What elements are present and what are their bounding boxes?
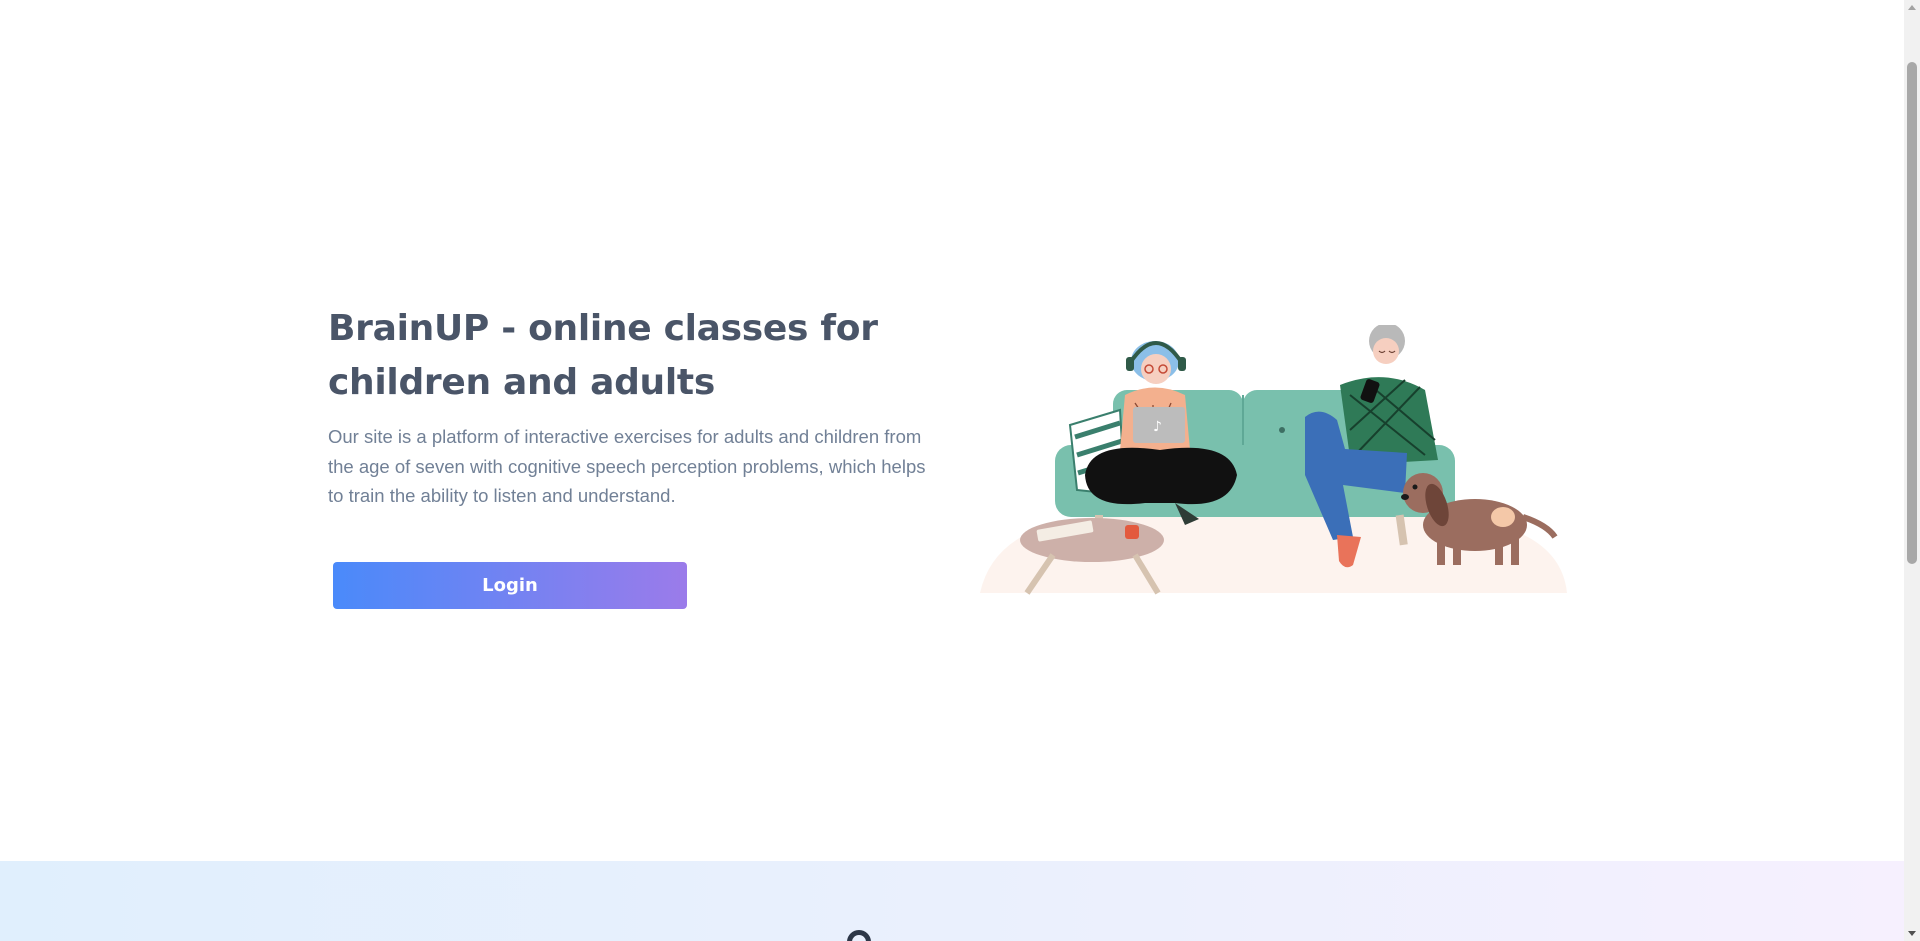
hero-illustration: ♪ — [975, 323, 1575, 605]
hero-title: BrainUP - online classes for children an… — [328, 308, 878, 403]
hero-section: BrainUP - online classes for children an… — [328, 302, 948, 511]
mug — [1125, 525, 1139, 539]
scrollbar[interactable] — [1904, 0, 1920, 941]
features-heading-partial — [843, 928, 893, 941]
woman-legs — [1085, 447, 1237, 505]
features-section — [0, 861, 1904, 941]
login-button[interactable]: Login — [333, 562, 687, 609]
hero-description: Our site is a platform of interactive ex… — [328, 426, 926, 506]
landing-page: BrainUP - online classes for children an… — [0, 0, 1920, 941]
sofa-illustration: ♪ — [980, 323, 1567, 595]
scroll-down-arrow-icon[interactable] — [1908, 931, 1916, 936]
svg-text:♪: ♪ — [1153, 419, 1162, 435]
scroll-thumb[interactable] — [1907, 62, 1917, 564]
scroll-up-arrow-icon[interactable] — [1908, 5, 1916, 10]
